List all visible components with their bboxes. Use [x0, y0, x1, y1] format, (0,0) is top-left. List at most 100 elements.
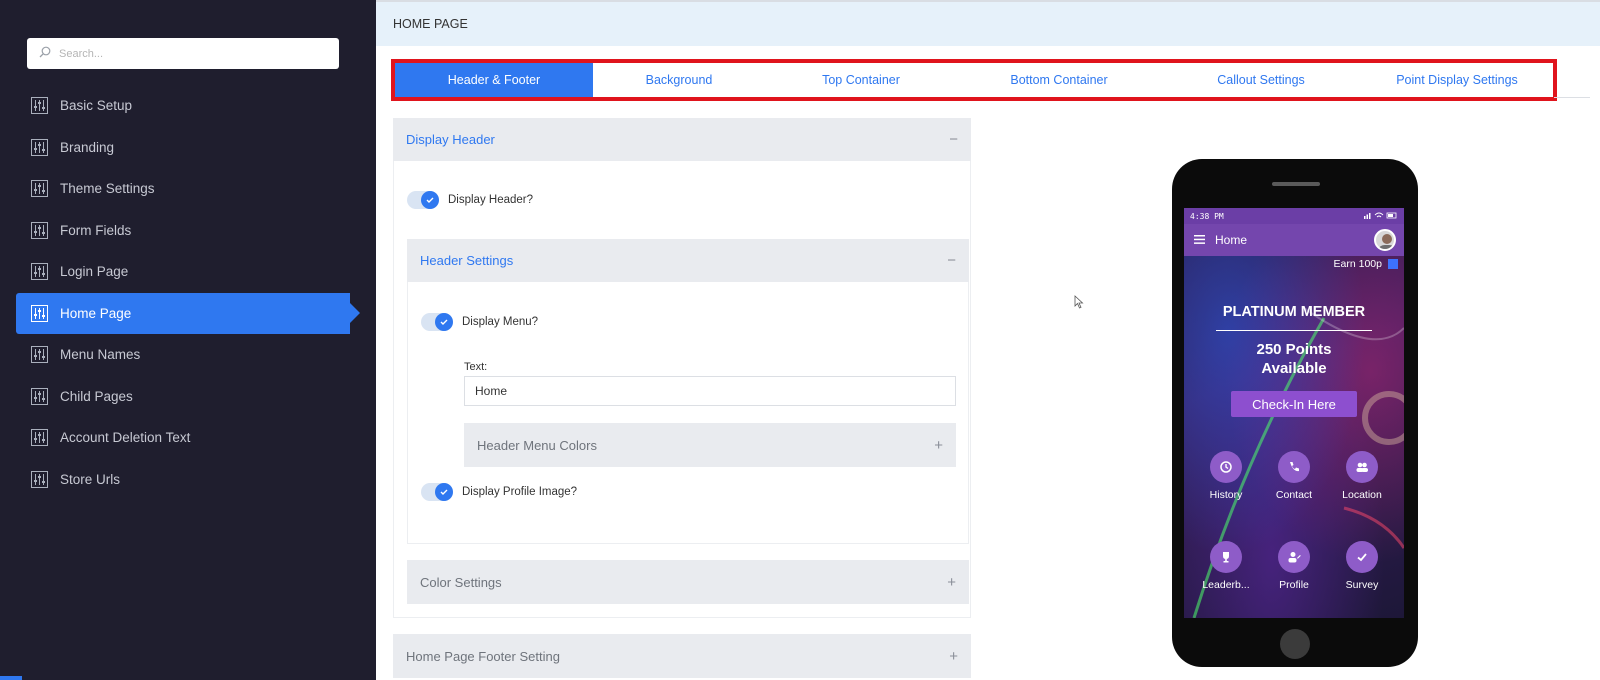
- phone-status-bar: 4:38 PM: [1184, 208, 1404, 224]
- collapse-icon: −: [947, 252, 956, 269]
- history-shortcut[interactable]: History: [1196, 451, 1256, 501]
- footer-setting-accordion[interactable]: Home Page Footer Setting +: [393, 634, 971, 678]
- sidebar-item-label: Child Pages: [60, 388, 133, 404]
- expand-icon: +: [947, 573, 956, 591]
- display-menu-label: Display Menu?: [462, 316, 539, 328]
- contact-shortcut[interactable]: Contact: [1264, 451, 1324, 501]
- tab-header-footer[interactable]: Header & Footer: [395, 63, 593, 97]
- sidebar-item-label: Form Fields: [60, 222, 132, 238]
- accordion-title: Header Menu Colors: [477, 437, 597, 453]
- page-header: HOME PAGE: [376, 2, 1600, 46]
- sliders-icon: [31, 138, 48, 156]
- header-settings-accordion[interactable]: Header Settings −: [407, 239, 969, 282]
- shortcut-label: History: [1209, 489, 1243, 501]
- sidebar-item-store-urls[interactable]: Store Urls: [16, 459, 361, 501]
- tab-bottom-container[interactable]: Bottom Container: [957, 63, 1161, 97]
- survey-shortcut[interactable]: Survey: [1332, 541, 1392, 591]
- points-line-2: Available: [1261, 360, 1327, 377]
- points-display: 250 Points Available: [1184, 340, 1404, 378]
- shortcut-label: Contact: [1275, 489, 1313, 501]
- phone-app-title: Home: [1215, 233, 1248, 247]
- search-input[interactable]: [59, 47, 319, 60]
- expand-icon: +: [934, 436, 943, 454]
- user-edit-icon: [1278, 541, 1310, 573]
- earn-points-badge[interactable]: Earn 100p: [1334, 258, 1398, 270]
- profile-shortcut[interactable]: Profile: [1264, 541, 1324, 591]
- hamburger-menu-icon[interactable]: [1194, 233, 1205, 247]
- sliders-icon: [31, 180, 48, 198]
- phone-home-button: [1280, 629, 1310, 659]
- mouse-cursor-icon: [1074, 295, 1084, 314]
- sidebar-item-label: Store Urls: [60, 471, 121, 487]
- display-header-toggle[interactable]: [407, 191, 439, 209]
- sidebar: Basic Setup Branding Theme Settings Form…: [0, 0, 376, 680]
- sidebar-item-form-fields[interactable]: Form Fields: [16, 210, 361, 252]
- check-icon: [1346, 541, 1378, 573]
- sliders-icon: [31, 97, 48, 115]
- sliders-icon: [31, 470, 48, 488]
- shortcut-label: Location: [1342, 489, 1382, 501]
- accordion-title: Color Settings: [420, 574, 502, 590]
- tab-background[interactable]: Background: [593, 63, 765, 97]
- sliders-icon: [31, 429, 48, 447]
- sidebar-item-basic-setup[interactable]: Basic Setup: [16, 85, 361, 127]
- sidebar-item-menu-names[interactable]: Menu Names: [16, 334, 361, 376]
- collapse-icon: −: [949, 131, 958, 148]
- tier-title: PLATINUM MEMBER: [1222, 304, 1366, 320]
- points-line-1: 250 Points: [1256, 341, 1332, 358]
- sidebar-item-account-deletion-text[interactable]: Account Deletion Text: [16, 417, 361, 459]
- sidebar-item-label: Login Page: [60, 264, 129, 280]
- tab-top-container[interactable]: Top Container: [765, 63, 957, 97]
- sidebar-item-branding[interactable]: Branding: [16, 127, 361, 169]
- sidebar-item-label: Basic Setup: [60, 98, 133, 114]
- check-in-button[interactable]: Check-In Here: [1231, 391, 1357, 417]
- tier-divider: [1216, 330, 1372, 331]
- text-field-label: Text:: [464, 361, 488, 373]
- sidebar-item-home-page[interactable]: Home Page: [16, 292, 360, 334]
- check-icon: [421, 191, 439, 209]
- sidebar-item-label: Menu Names: [60, 347, 141, 363]
- sidebar-item-label: Branding: [60, 139, 115, 155]
- phone-app-bar: Home: [1184, 224, 1404, 256]
- users-icon: [1346, 451, 1378, 483]
- search-icon: [39, 45, 51, 63]
- accordion-title: Display Header: [406, 132, 495, 147]
- tab-callout-settings[interactable]: Callout Settings: [1161, 63, 1361, 97]
- expand-icon: +: [949, 647, 958, 665]
- display-profile-label: Display Profile Image?: [462, 486, 578, 498]
- earn-label: Earn 100p: [1333, 258, 1382, 270]
- display-menu-toggle[interactable]: [421, 313, 453, 331]
- sidebar-nav: Basic Setup Branding Theme Settings Form…: [16, 85, 361, 500]
- header-menu-colors-accordion[interactable]: Header Menu Colors +: [464, 423, 956, 467]
- signal-wifi-battery-icon: [1364, 211, 1398, 221]
- history-icon: [1210, 451, 1242, 483]
- check-icon: [435, 483, 453, 501]
- tab-underline: [1554, 97, 1590, 98]
- leaderboard-shortcut[interactable]: Leaderb...: [1196, 541, 1256, 591]
- sidebar-item-label: Account Deletion Text: [60, 430, 191, 446]
- display-header-label: Display Header?: [448, 194, 534, 206]
- sliders-icon: [31, 221, 48, 239]
- sliders-icon: [31, 304, 48, 322]
- sidebar-corner-accent: [0, 676, 22, 680]
- shortcut-label: Survey: [1345, 579, 1379, 591]
- sidebar-item-child-pages[interactable]: Child Pages: [16, 376, 361, 418]
- profile-avatar[interactable]: [1374, 229, 1396, 251]
- color-settings-accordion[interactable]: Color Settings +: [407, 560, 969, 604]
- tab-point-display-settings[interactable]: Point Display Settings: [1361, 63, 1553, 97]
- location-shortcut[interactable]: Location: [1332, 451, 1392, 501]
- search-box[interactable]: [27, 38, 339, 69]
- share-icon: [1388, 259, 1398, 269]
- sidebar-item-theme-settings[interactable]: Theme Settings: [16, 168, 361, 210]
- trophy-icon: [1210, 541, 1242, 573]
- shortcut-label: Profile: [1279, 579, 1309, 591]
- accordion-title: Header Settings: [420, 253, 514, 268]
- header-text-input[interactable]: [464, 376, 956, 406]
- display-header-accordion[interactable]: Display Header −: [393, 118, 971, 161]
- phone-time: 4:38 PM: [1190, 211, 1224, 221]
- phone-speaker: [1272, 182, 1320, 186]
- display-profile-toggle[interactable]: [421, 483, 453, 501]
- sidebar-item-label: Home Page: [60, 305, 132, 321]
- tab-bar: Header & Footer Background Top Container…: [391, 59, 1557, 101]
- sidebar-item-login-page[interactable]: Login Page: [16, 251, 361, 293]
